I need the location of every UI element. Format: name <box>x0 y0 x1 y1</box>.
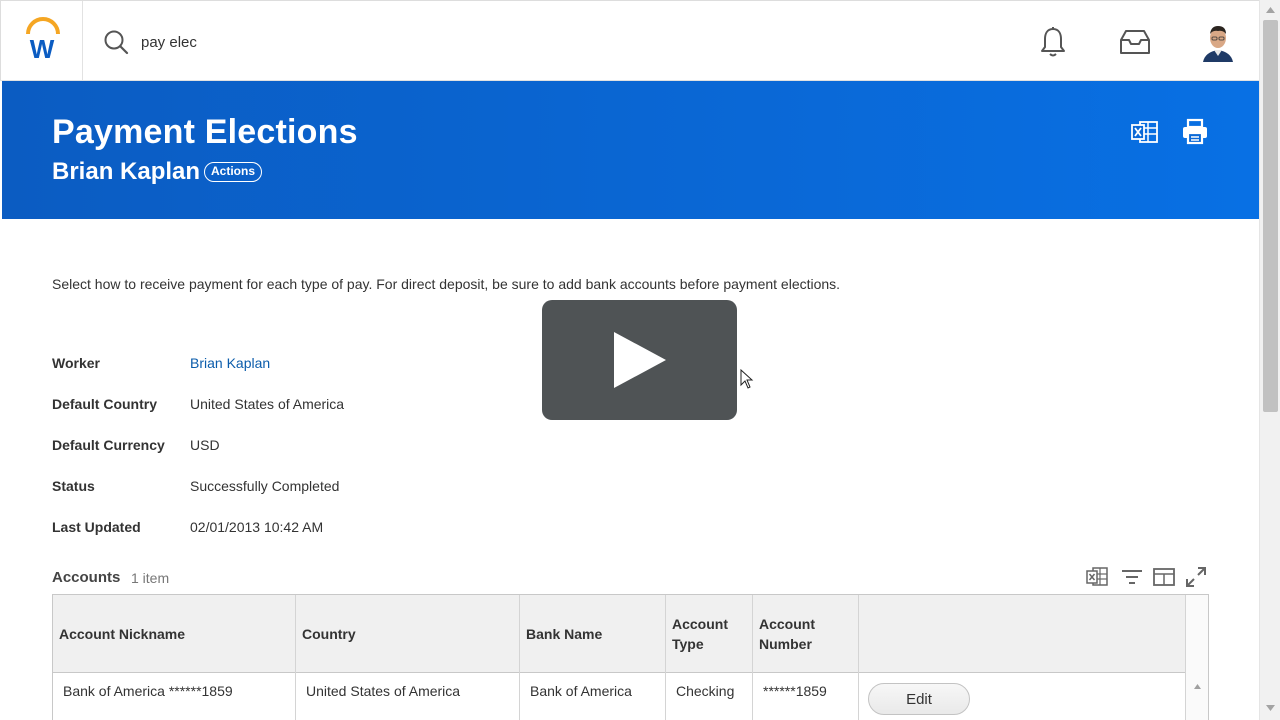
excel-export-icon[interactable] <box>1085 565 1109 589</box>
column-header-bank-name[interactable]: Bank Name <box>520 595 666 673</box>
field-label-default-currency: Default Currency <box>52 437 165 453</box>
intro-text: Select how to receive payment for each t… <box>52 276 841 292</box>
page-scrollbar[interactable] <box>1259 0 1280 720</box>
page-header-banner: Payment Elections Brian Kaplan Actions <box>2 81 1259 219</box>
accounts-table: Account Nickname Country Bank Name Accou… <box>52 594 1209 720</box>
mouse-cursor-icon <box>740 369 754 389</box>
top-bar: W <box>0 0 1259 81</box>
accounts-item-count: 1 item <box>131 570 170 586</box>
table-scrollbar[interactable] <box>1185 595 1208 720</box>
field-value-default-country: United States of America <box>190 396 345 412</box>
search-input[interactable] <box>141 29 741 55</box>
scroll-up-arrow-icon[interactable] <box>1186 595 1209 720</box>
search-icon[interactable] <box>103 29 129 55</box>
page-title: Payment Elections <box>52 113 358 151</box>
svg-text:W: W <box>30 34 55 64</box>
field-label-worker: Worker <box>52 355 100 371</box>
field-value-status: Successfully Completed <box>190 478 340 494</box>
inbox-icon[interactable] <box>1117 23 1153 61</box>
fullscreen-icon[interactable] <box>1184 565 1208 589</box>
cell-bank-name: Bank of America <box>520 673 666 720</box>
scroll-thumb[interactable] <box>1263 20 1278 412</box>
video-play-button[interactable] <box>542 300 737 420</box>
worker-name-heading[interactable]: Brian Kaplan <box>52 158 200 186</box>
cell-account-nickname: Bank of America ******1859 <box>53 673 296 720</box>
logo-mark: W <box>26 17 60 64</box>
field-label-default-country: Default Country <box>52 396 157 412</box>
bell-icon[interactable] <box>1035 23 1071 61</box>
field-label-last-updated: Last Updated <box>52 519 141 535</box>
avatar[interactable] <box>1200 22 1236 62</box>
cell-country: United States of America <box>296 673 520 720</box>
columns-icon[interactable] <box>1152 565 1176 589</box>
actions-button[interactable]: Actions <box>204 162 263 182</box>
play-icon <box>613 332 666 388</box>
workday-logo[interactable]: W <box>1 1 83 81</box>
scroll-down-icon[interactable] <box>1260 700 1280 716</box>
print-icon[interactable] <box>1180 117 1210 147</box>
edit-button[interactable]: Edit <box>868 683 970 715</box>
field-label-status: Status <box>52 478 95 494</box>
cell-account-number: ******1859 <box>753 673 859 720</box>
cell-account-type: Checking <box>666 673 753 720</box>
field-value-default-currency: USD <box>190 437 220 453</box>
accounts-section-title: Accounts <box>52 569 121 586</box>
column-header-country[interactable]: Country <box>296 595 520 673</box>
scroll-up-icon[interactable] <box>1260 2 1280 18</box>
column-header-account-type[interactable]: Account Type <box>666 595 753 673</box>
table-header: Account Nickname Country Bank Name Accou… <box>53 595 1208 673</box>
filter-icon[interactable] <box>1120 565 1144 589</box>
worker-link[interactable]: Brian Kaplan <box>190 355 270 371</box>
column-header-account-nickname[interactable]: Account Nickname <box>53 595 296 673</box>
column-header-actions <box>859 595 1186 673</box>
field-value-last-updated: 02/01/2013 10:42 AM <box>190 519 324 535</box>
column-header-account-number[interactable]: Account Number <box>753 595 859 673</box>
excel-export-icon[interactable] <box>1130 117 1160 147</box>
